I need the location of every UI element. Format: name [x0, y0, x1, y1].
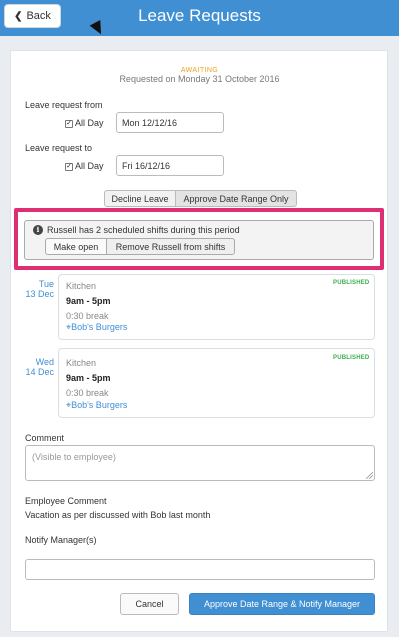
comment-label: Comment [25, 433, 65, 443]
leave-from-label: Leave request from [25, 100, 103, 110]
info-icon: i [33, 225, 43, 235]
cancel-button[interactable]: Cancel [120, 593, 179, 615]
to-all-day-checkbox[interactable]: ✓ [65, 163, 73, 171]
from-all-day-label: All Day [75, 118, 104, 128]
employee-comment-text: Vacation as per discussed with Bob last … [25, 510, 211, 520]
make-open-button[interactable]: Make open [45, 238, 107, 255]
notify-managers-label: Notify Manager(s) [25, 535, 97, 545]
shift-location-text: Bob's Burgers [71, 400, 128, 410]
leave-to-label: Leave request to [25, 143, 93, 153]
shift-date: 14 Dec [25, 367, 54, 377]
app-header: ❮ Back Leave Requests [0, 0, 399, 36]
shift-location-link[interactable]: ⌖Bob's Burgers [66, 400, 127, 411]
approve-notify-manager-button[interactable]: Approve Date Range & Notify Manager [189, 593, 375, 615]
shift-day-label: Tue 13 Dec [10, 279, 54, 299]
page-title: Leave Requests [138, 6, 261, 25]
shift-break: 0:30 break [66, 388, 109, 398]
shift-area: Kitchen [66, 358, 97, 368]
comment-textarea[interactable]: (Visible to employee) [25, 445, 375, 481]
shift-time: 9am - 5pm [66, 373, 111, 383]
resize-handle-icon[interactable] [366, 472, 373, 479]
requested-date-text: Requested on Monday 31 October 2016 [119, 74, 280, 84]
from-all-day-checkbox[interactable]: ✓ [65, 120, 73, 128]
alert-message: Russell has 2 scheduled shifts during th… [47, 225, 240, 235]
employee-comment-label: Employee Comment [25, 496, 107, 506]
shift-location-link[interactable]: ⌖Bob's Burgers [66, 322, 127, 333]
shift-date: 13 Dec [25, 289, 54, 299]
notify-managers-input[interactable] [25, 559, 375, 580]
to-date-input[interactable]: Fri 16/12/16 [116, 155, 224, 176]
from-date-input[interactable]: Mon 12/12/16 [116, 112, 224, 133]
to-all-day-label: All Day [75, 161, 104, 171]
shift-time: 9am - 5pm [66, 296, 111, 306]
shift-break: 0:30 break [66, 311, 109, 321]
shift-day-label: Wed 14 Dec [10, 357, 54, 377]
shift-area: Kitchen [66, 281, 97, 291]
approve-date-range-only-button[interactable]: Approve Date Range Only [175, 190, 297, 207]
published-badge: PUBLISHED [333, 355, 370, 361]
remove-from-shifts-button[interactable]: Remove Russell from shifts [106, 238, 235, 255]
shift-weekday: Tue [38, 279, 54, 289]
decline-leave-button[interactable]: Decline Leave [104, 190, 176, 207]
status-badge: AWAITING [180, 67, 219, 74]
published-badge: PUBLISHED [333, 280, 370, 286]
shift-location-text: Bob's Burgers [71, 322, 128, 332]
shift-weekday: Wed [35, 357, 54, 367]
